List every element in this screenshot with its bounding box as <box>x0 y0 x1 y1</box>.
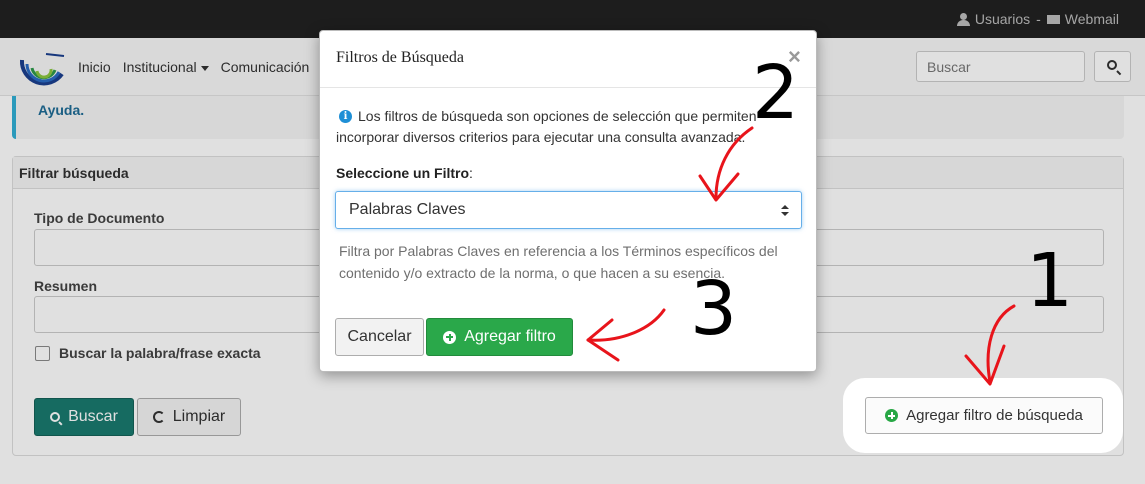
add-search-filter-label: Agregar filtro de búsqueda <box>906 407 1083 424</box>
step-3-number: 3 <box>690 266 738 352</box>
add-filter-button-label: Agregar filtro <box>464 328 556 345</box>
filter-select-label-text: Seleccione un Filtro <box>336 165 470 181</box>
modal-title: Filtros de Búsqueda <box>336 49 464 66</box>
modal-info-text: Los filtros de búsqueda son opciones de … <box>336 108 757 145</box>
plus-circle-icon <box>443 330 457 344</box>
filter-select-label-colon: : <box>469 165 473 181</box>
plus-circle-icon <box>885 409 899 422</box>
search-filters-modal: Filtros de Búsqueda × i Los filtros de b… <box>319 30 817 372</box>
select-arrows-icon <box>781 205 789 217</box>
filter-select-value: Palabras Claves <box>349 201 466 218</box>
filter-select-label: Seleccione un Filtro: <box>336 165 473 181</box>
add-search-filter-button[interactable]: Agregar filtro de búsqueda <box>865 397 1103 434</box>
step-2-number: 2 <box>752 50 800 136</box>
step-1-number: 1 <box>1026 238 1074 324</box>
add-filter-button[interactable]: Agregar filtro <box>426 318 573 356</box>
modal-divider <box>320 87 816 88</box>
cancel-button-label: Cancelar <box>347 328 412 345</box>
filter-select[interactable]: Palabras Claves <box>335 191 802 229</box>
cancel-button[interactable]: Cancelar <box>335 318 424 356</box>
